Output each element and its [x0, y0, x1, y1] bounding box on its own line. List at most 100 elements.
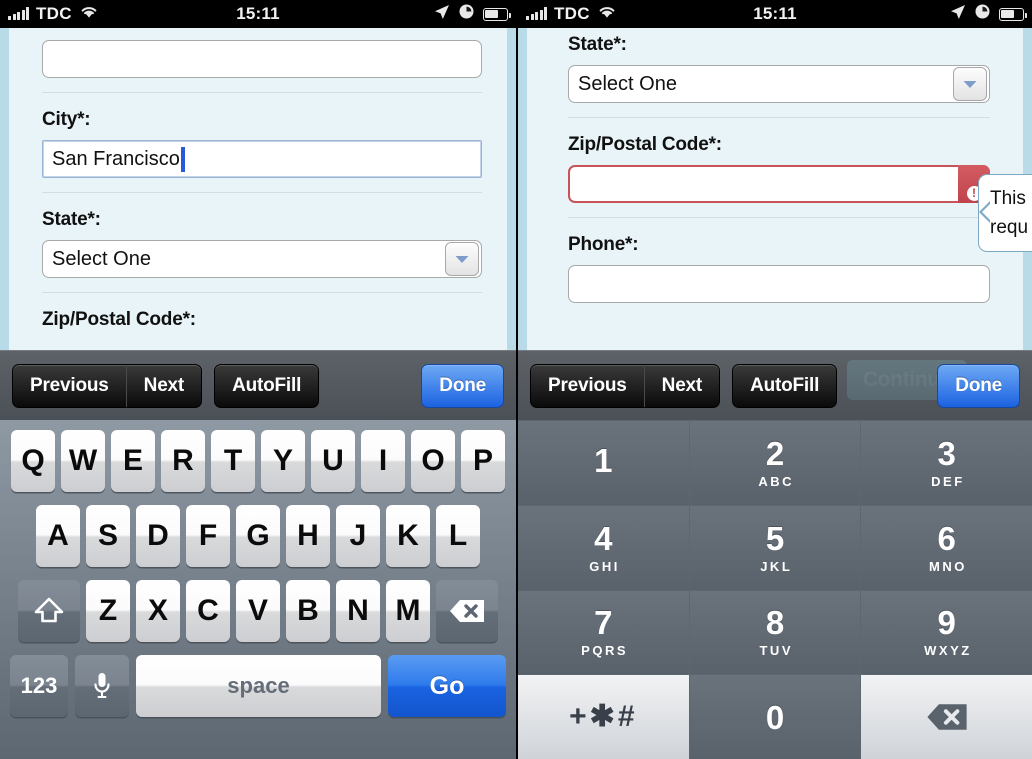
phone-input[interactable]: [568, 265, 990, 303]
key-y[interactable]: Y: [261, 430, 305, 492]
key-v[interactable]: V: [236, 580, 280, 642]
field-row-state: State*: Select One: [42, 193, 482, 293]
qwerty-keyboard: Q W E R T Y U I O P A S D F G H J K L Z …: [0, 420, 516, 759]
previous-button[interactable]: Previous: [13, 365, 126, 407]
chevron-down-icon[interactable]: [953, 67, 987, 101]
key-w[interactable]: W: [61, 430, 105, 492]
state-select[interactable]: Select One: [42, 240, 482, 278]
key-x[interactable]: X: [136, 580, 180, 642]
autofill-button[interactable]: AutoFill: [732, 363, 838, 408]
microphone-icon[interactable]: [75, 655, 129, 717]
right-phone-screen: TDC 15:11 State*: Select One Zip/Postal …: [516, 0, 1032, 759]
numbers-key[interactable]: 123: [10, 655, 68, 717]
key-h[interactable]: H: [286, 505, 330, 567]
input-accessory-toolbar: Previous Next AutoFill Done: [0, 350, 516, 420]
keypad-digit: 3: [937, 434, 956, 472]
key-s[interactable]: S: [86, 505, 130, 567]
keypad-letters: TUV: [759, 643, 793, 659]
field-row-address: [42, 28, 482, 93]
status-bar: TDC 15:11: [0, 0, 516, 28]
status-bar-right: [434, 4, 512, 25]
key-g[interactable]: G: [236, 505, 280, 567]
previous-button[interactable]: Previous: [531, 365, 644, 407]
left-phone-screen: TDC 15:11 City*: San Francisco State*: S…: [0, 0, 516, 759]
shift-icon[interactable]: [18, 580, 80, 642]
signal-bars-icon: [526, 7, 547, 20]
keypad-digit: 4: [594, 519, 613, 557]
field-row-city: City*: San Francisco: [42, 93, 482, 193]
key-n[interactable]: N: [336, 580, 380, 642]
keypad-key-6[interactable]: 6 MNO: [861, 505, 1032, 590]
key-m[interactable]: M: [386, 580, 430, 642]
nav-segmented-control: Previous Next: [12, 363, 203, 408]
city-input[interactable]: San Francisco: [42, 140, 482, 178]
key-j[interactable]: J: [336, 505, 380, 567]
keypad-key-2[interactable]: 2 ABC: [689, 421, 861, 505]
zip-label: Zip/Postal Code*:: [568, 134, 722, 155]
numeric-keypad: 1 2 ABC 3 DEF 4 GHI 5 JKL 6 MNO 7 PQRS 8…: [518, 420, 1032, 759]
keypad-digit: 9: [937, 604, 956, 642]
go-key[interactable]: Go: [388, 655, 506, 717]
backspace-icon[interactable]: [436, 580, 498, 642]
key-b[interactable]: B: [286, 580, 330, 642]
keypad-key-7[interactable]: 7 PQRS: [518, 590, 689, 675]
text-cursor: [180, 146, 185, 172]
key-f[interactable]: F: [186, 505, 230, 567]
state-select[interactable]: Select One: [568, 65, 990, 103]
location-arrow-icon: [950, 4, 966, 25]
keyboard-row-4: 123 space Go: [3, 655, 513, 717]
address-form: City*: San Francisco State*: Select One: [0, 28, 516, 350]
key-p[interactable]: P: [461, 430, 505, 492]
space-key[interactable]: space: [136, 655, 381, 717]
address-input[interactable]: [42, 40, 482, 78]
keypad-letters: ABC: [758, 473, 795, 489]
zip-input[interactable]: !: [568, 165, 990, 203]
alarm-clock-icon: [459, 4, 474, 24]
key-d[interactable]: D: [136, 505, 180, 567]
alarm-clock-icon: [975, 4, 990, 24]
key-r[interactable]: R: [161, 430, 205, 492]
validation-tooltip: This is requ: [978, 174, 1032, 252]
keypad-key-5[interactable]: 5 JKL: [689, 505, 861, 590]
keypad-key-1[interactable]: 1: [518, 421, 689, 505]
input-accessory-toolbar: Previous Next AutoFill Done: [518, 350, 1032, 420]
wifi-icon: [79, 5, 99, 24]
key-q[interactable]: Q: [11, 430, 55, 492]
field-row-zip: Zip/Postal Code*: !: [568, 118, 990, 218]
page-left-edge: [0, 28, 9, 350]
done-button[interactable]: Done: [937, 363, 1020, 408]
keypad-key-4[interactable]: 4 GHI: [518, 505, 689, 590]
keypad-key-8[interactable]: 8 TUV: [689, 590, 861, 675]
backspace-icon[interactable]: [861, 675, 1032, 759]
next-button[interactable]: Next: [125, 364, 201, 407]
keypad-digit: 6: [937, 519, 956, 557]
keypad-digit: 0: [765, 698, 785, 736]
key-z[interactable]: Z: [86, 580, 130, 642]
field-row-zip-partial: Zip/Postal Code*:: [42, 293, 482, 350]
keypad-key-0[interactable]: 0: [689, 675, 861, 759]
keypad-letters: PQRS: [581, 643, 628, 659]
state-select-value: Select One: [578, 72, 677, 95]
chevron-down-icon[interactable]: [445, 242, 479, 276]
keypad-letters: GHI: [589, 558, 620, 574]
keypad-key-9[interactable]: 9 WXYZ: [861, 590, 1032, 675]
keypad-key-3[interactable]: 3 DEF: [861, 421, 1032, 505]
next-button[interactable]: Next: [643, 364, 719, 407]
keypad-key-symbols[interactable]: +✱#: [518, 675, 689, 759]
key-k[interactable]: K: [386, 505, 430, 567]
key-i[interactable]: I: [361, 430, 405, 492]
key-t[interactable]: T: [211, 430, 255, 492]
key-l[interactable]: L: [436, 505, 480, 567]
field-row-state: State*: Select One: [568, 28, 990, 118]
autofill-button[interactable]: AutoFill: [214, 363, 320, 408]
wifi-icon: [597, 5, 617, 24]
key-c[interactable]: C: [186, 580, 230, 642]
key-a[interactable]: A: [36, 505, 80, 567]
key-u[interactable]: U: [311, 430, 355, 492]
page-left-edge: [518, 28, 527, 350]
key-o[interactable]: O: [411, 430, 455, 492]
key-e[interactable]: E: [111, 430, 155, 492]
done-button[interactable]: Done: [421, 363, 504, 408]
web-form-viewport: City*: San Francisco State*: Select One: [0, 28, 516, 350]
carrier-label: TDC: [554, 4, 590, 23]
